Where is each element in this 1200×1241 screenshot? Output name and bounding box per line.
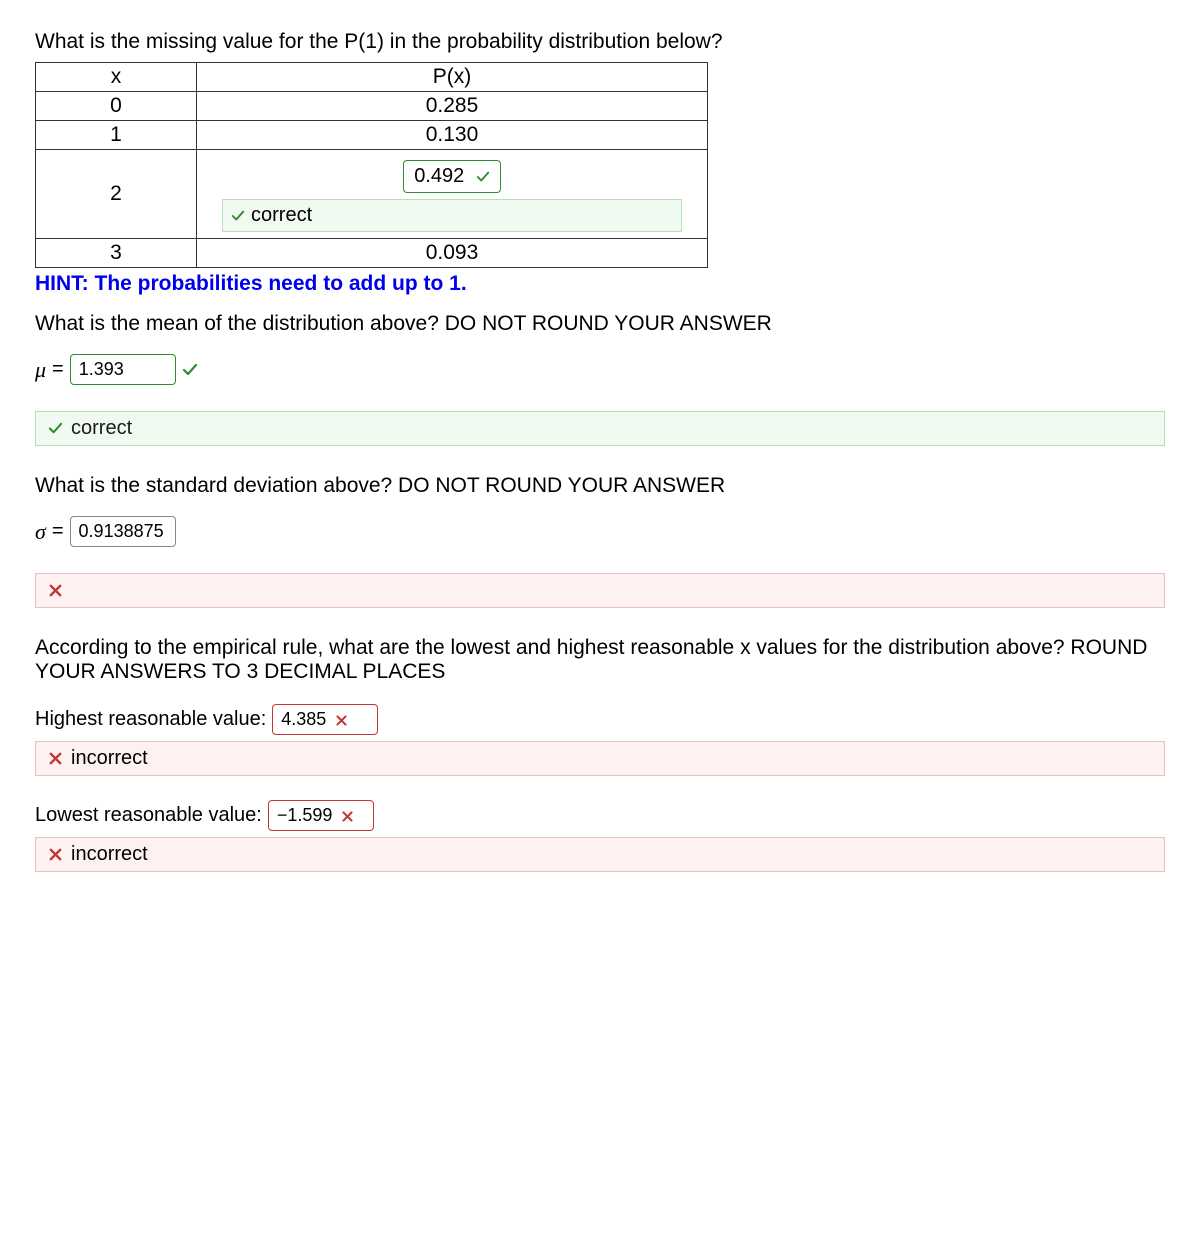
- check-icon: [476, 165, 490, 187]
- sigma-equation: σ = 0.9138875: [35, 516, 1165, 547]
- status-incorrect: incorrect: [35, 741, 1165, 776]
- cell-x: 2: [36, 150, 197, 239]
- status-incorrect: [35, 573, 1165, 608]
- answer-input[interactable]: 0.492: [403, 160, 501, 193]
- answer-value: 0.492: [414, 165, 464, 187]
- cell-x: 0: [36, 92, 197, 121]
- mu-symbol: μ: [35, 357, 46, 383]
- cell-x: 1: [36, 121, 197, 150]
- lowest-input[interactable]: −1.599: [268, 800, 374, 831]
- highest-value: 4.385: [281, 709, 326, 729]
- mean-input[interactable]: 1.393: [70, 354, 176, 385]
- lowest-row: Lowest reasonable value: −1.599: [35, 800, 1165, 831]
- probability-table: x P(x) 0 0.285 1 0.130 2 0.492 correct: [35, 62, 708, 268]
- cell-p: 0.285: [197, 92, 708, 121]
- status-correct: correct: [35, 411, 1165, 446]
- equals-sign: =: [52, 358, 64, 381]
- x-icon: [48, 579, 63, 602]
- x-icon: [48, 843, 63, 866]
- highest-label: Highest reasonable value:: [35, 708, 266, 731]
- mean-equation: μ = 1.393: [35, 354, 1165, 385]
- mean-value: 1.393: [79, 359, 124, 379]
- lowest-label: Lowest reasonable value:: [35, 804, 262, 827]
- x-icon: [48, 747, 63, 770]
- table-row: 1 0.130: [36, 121, 708, 150]
- q1-prompt: What is the missing value for the P(1) i…: [35, 30, 1165, 54]
- cell-p: 0.093: [197, 239, 708, 268]
- highest-input[interactable]: 4.385: [272, 704, 378, 735]
- q4-prompt: According to the empirical rule, what ar…: [35, 636, 1165, 684]
- q2-prompt: What is the mean of the distribution abo…: [35, 312, 1165, 336]
- sigma-value: 0.9138875: [79, 521, 164, 541]
- status-correct: correct: [222, 199, 682, 232]
- status-text: incorrect: [71, 747, 148, 770]
- check-icon: [48, 417, 63, 440]
- x-icon: [335, 709, 348, 729]
- hint-text: HINT: The probabilities need to add up t…: [35, 272, 1165, 296]
- table-row: 0 0.285: [36, 92, 708, 121]
- table-row-answer: 2 0.492 correct: [36, 150, 708, 239]
- cell-p-answer: 0.492 correct: [197, 150, 708, 239]
- status-text: correct: [71, 417, 132, 440]
- table-row: 3 0.093: [36, 239, 708, 268]
- status-text: correct: [251, 204, 312, 227]
- table-header-p: P(x): [197, 63, 708, 92]
- equals-sign: =: [52, 520, 64, 543]
- x-icon: [341, 805, 354, 825]
- cell-x: 3: [36, 239, 197, 268]
- status-text: incorrect: [71, 843, 148, 866]
- table-header-x: x: [36, 63, 197, 92]
- sigma-symbol: σ: [35, 519, 46, 545]
- highest-row: Highest reasonable value: 4.385: [35, 704, 1165, 735]
- check-icon: [231, 204, 245, 227]
- cell-p: 0.130: [197, 121, 708, 150]
- lowest-value: −1.599: [277, 805, 333, 825]
- sigma-input[interactable]: 0.9138875: [70, 516, 176, 547]
- status-incorrect: incorrect: [35, 837, 1165, 872]
- check-icon: [182, 358, 198, 381]
- q3-prompt: What is the standard deviation above? DO…: [35, 474, 1165, 498]
